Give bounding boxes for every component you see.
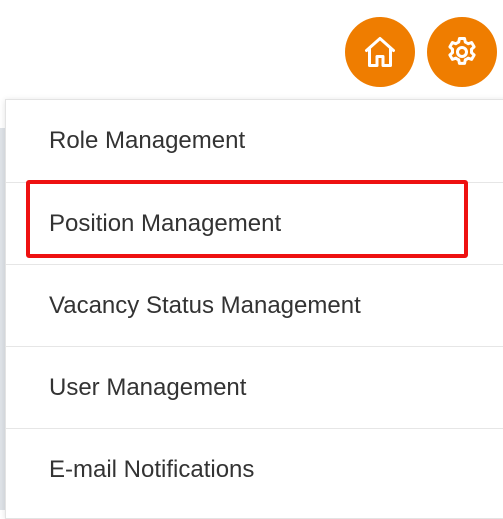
- menu-item-label: E-mail Notifications: [49, 456, 255, 483]
- menu-item-label: User Management: [49, 374, 247, 401]
- menu-item-position-management[interactable]: Position Management: [6, 182, 503, 264]
- settings-button[interactable]: [427, 17, 497, 87]
- menu-item-label: Role Management: [49, 127, 246, 154]
- home-button[interactable]: [345, 17, 415, 87]
- home-icon: [362, 34, 398, 70]
- menu-item-role-management[interactable]: Role Management: [6, 100, 503, 182]
- menu-item-email-notifications[interactable]: E-mail Notifications: [6, 428, 503, 510]
- menu-item-vacancy-status-management[interactable]: Vacancy Status Management: [6, 264, 503, 346]
- gear-icon: [444, 34, 480, 70]
- top-bar: [0, 0, 503, 100]
- menu-item-label: Position Management: [49, 210, 282, 237]
- menu-item-label: Vacancy Status Management: [49, 292, 361, 319]
- settings-dropdown-menu: Role Management Position Management Vaca…: [5, 99, 503, 519]
- menu-item-user-management[interactable]: User Management: [6, 346, 503, 428]
